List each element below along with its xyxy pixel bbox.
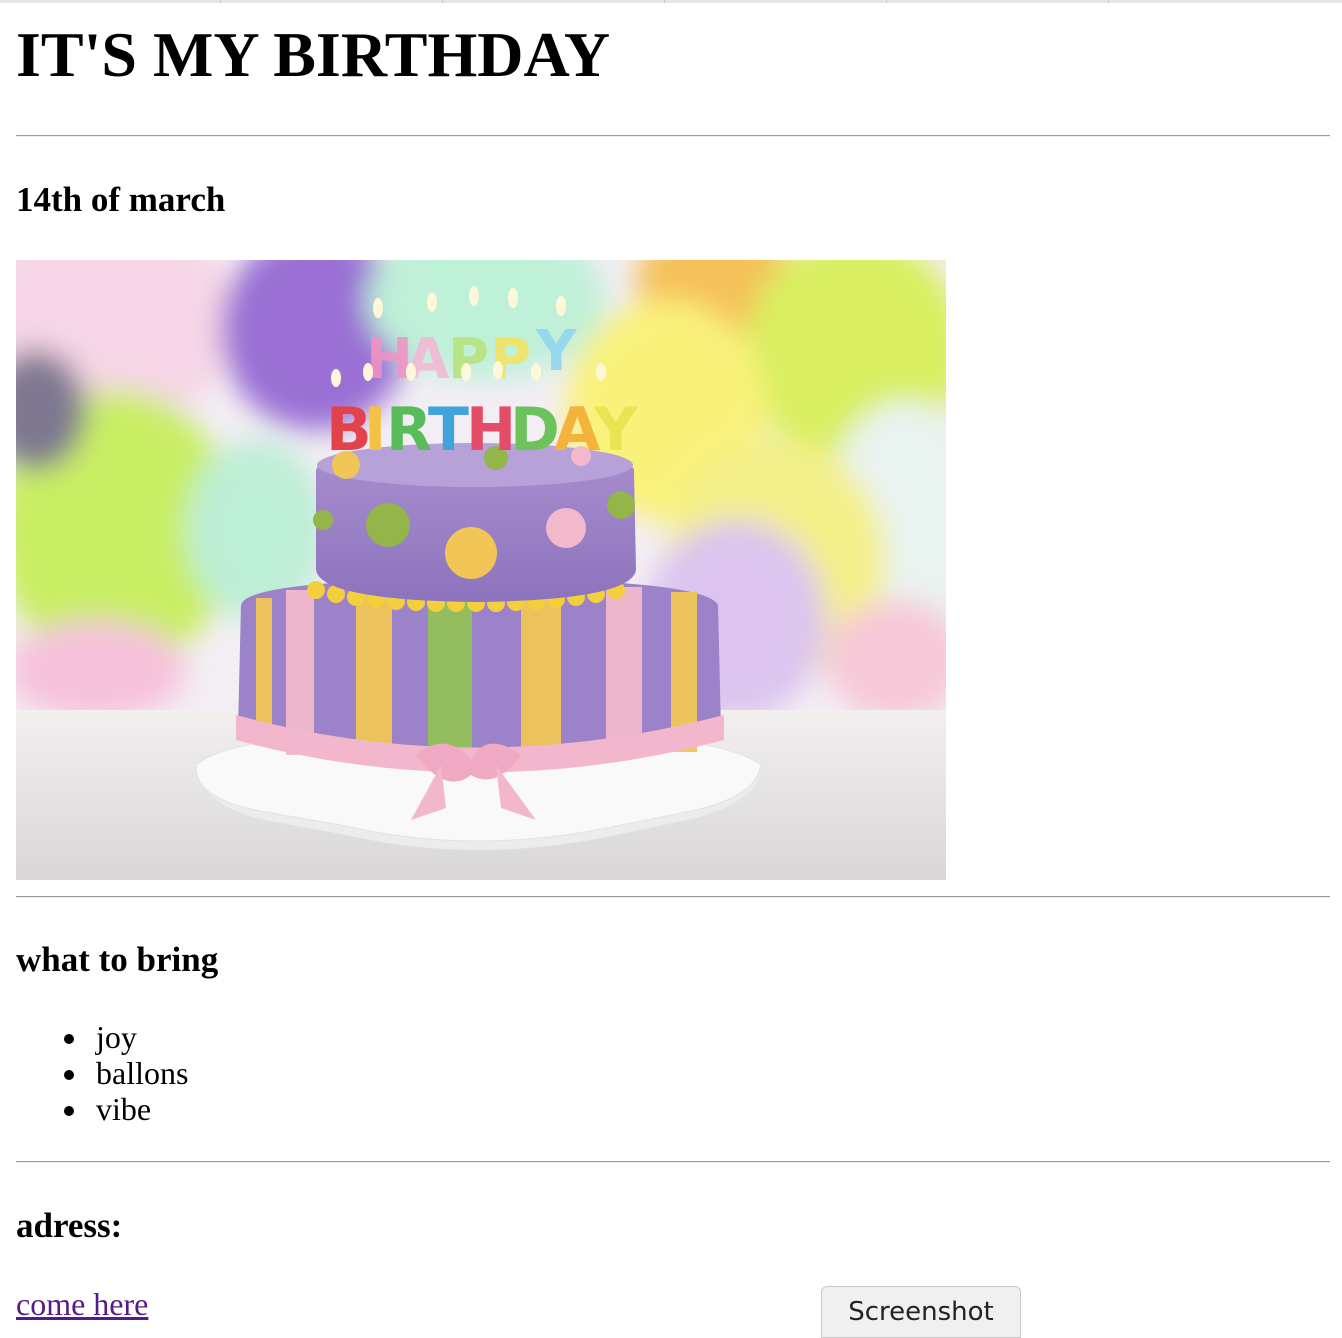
page-title: IT'S MY BIRTHDAY	[16, 19, 611, 90]
svg-text:Y: Y	[593, 395, 639, 465]
screenshot-button[interactable]: Screenshot	[821, 1286, 1021, 1338]
divider	[16, 896, 1330, 898]
date-heading: 14th of march	[16, 180, 226, 219]
svg-text:T: T	[428, 395, 469, 465]
svg-text:P: P	[490, 327, 531, 392]
bring-heading: what to bring	[16, 940, 219, 979]
svg-text:H: H	[466, 395, 516, 465]
svg-text:R: R	[386, 395, 432, 465]
svg-text:A: A	[406, 327, 450, 392]
svg-text:P: P	[448, 327, 489, 392]
address-link[interactable]: come here	[16, 1284, 148, 1324]
svg-text:Y: Y	[535, 319, 578, 384]
birthday-cake-image: H A P P Y B I R T H D A Y	[16, 260, 946, 880]
address-heading: adress:	[16, 1206, 123, 1245]
divider	[16, 135, 1330, 137]
browser-top-edge	[0, 0, 1342, 3]
list-item: ballons	[16, 1055, 188, 1091]
divider	[16, 1161, 1330, 1163]
svg-text:I: I	[364, 395, 386, 465]
bring-list: joy ballons vibe	[16, 1019, 188, 1127]
list-item: joy	[16, 1019, 188, 1055]
list-item: vibe	[16, 1091, 188, 1127]
svg-text:D: D	[510, 395, 560, 465]
